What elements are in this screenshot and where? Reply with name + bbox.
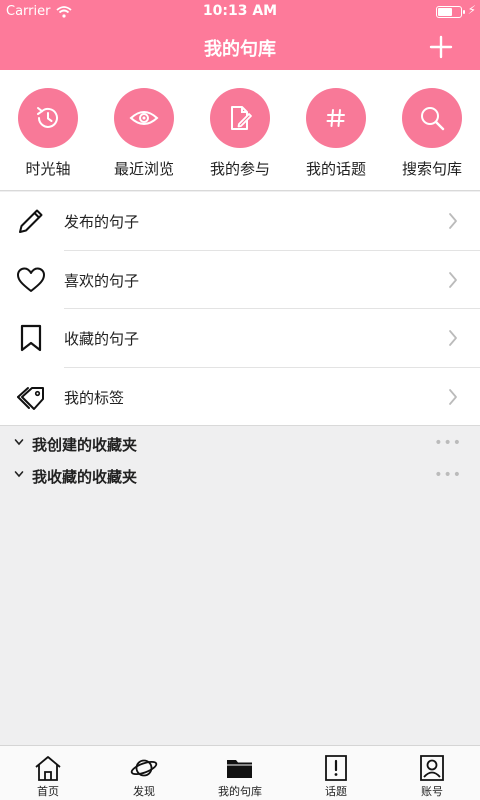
search-icon: [421, 107, 445, 131]
tab-label: 我的句库: [218, 785, 262, 798]
chevron-right-icon: [449, 271, 457, 288]
tab-home[interactable]: 首页: [0, 746, 96, 800]
quick-action-label: 我的话题: [305, 160, 366, 178]
menu-item-label: 发布的句子: [64, 213, 140, 231]
menu-list: 发布的句子 喜欢的句子 收藏的句子 我的标签: [0, 192, 480, 426]
hashtag-icon: [326, 109, 345, 127]
tab-label: 首页: [37, 785, 59, 798]
quick-action-label: 时光轴: [25, 160, 71, 178]
battery-icon: [436, 6, 465, 18]
tab-account[interactable]: 账号: [384, 746, 480, 800]
history-icon: [37, 107, 58, 128]
plus-icon: [429, 35, 453, 59]
status-bar: Carrier 10:13 AM ⚡: [0, 0, 480, 24]
account-icon: [420, 755, 444, 781]
folder-section-label: 我收藏的收藏夹: [32, 468, 138, 486]
quick-action-label: 我的参与: [209, 160, 270, 178]
chevron-right-icon: [449, 213, 457, 229]
quick-action-recent[interactable]: 最近浏览: [96, 88, 192, 179]
tab-topics[interactable]: 话题: [288, 746, 384, 800]
charging-icon: ⚡: [467, 3, 476, 17]
quick-action-label: 最近浏览: [113, 160, 174, 178]
page-title: 我的句库: [204, 39, 276, 60]
tab-label: 账号: [421, 785, 443, 798]
edit-document-icon: [231, 106, 252, 130]
chevron-down-icon: [14, 439, 24, 446]
pencil-icon: [19, 209, 43, 233]
home-icon: [35, 756, 61, 781]
add-button[interactable]: [424, 30, 458, 64]
quick-action-circle: [402, 88, 462, 148]
tab-bar: 首页 发现 我的句库 话题 账号: [0, 745, 480, 800]
quick-action-circle: [114, 88, 174, 148]
quick-action-timeline[interactable]: 时光轴: [0, 88, 96, 179]
clock: 10:13 AM: [202, 3, 278, 19]
tab-label: 发现: [133, 785, 155, 798]
menu-item-posted-sentences[interactable]: 发布的句子: [0, 192, 480, 251]
chevron-right-icon: [449, 330, 457, 346]
quick-action-topics[interactable]: 我的话题: [288, 88, 384, 179]
planet-icon: [130, 759, 158, 777]
tab-discover[interactable]: 发现: [96, 746, 192, 800]
chevron-right-icon: [449, 388, 457, 405]
bookmark-icon: [20, 324, 42, 352]
menu-item-label: 我的标签: [64, 388, 125, 407]
more-icon[interactable]: •••: [434, 435, 462, 451]
menu-item-saved-sentences[interactable]: 收藏的句子: [0, 309, 480, 368]
menu-item-liked-sentences[interactable]: 喜欢的句子: [0, 251, 480, 309]
quick-action-circle: [306, 88, 366, 148]
menu-item-my-tags[interactable]: 我的标签: [0, 368, 480, 427]
folder-section-label: 我创建的收藏夹: [32, 436, 138, 454]
quick-action-participation[interactable]: 我的参与: [192, 88, 288, 179]
eye-icon: [129, 111, 159, 125]
tag-icon: [17, 386, 44, 410]
quick-actions: 时光轴 最近浏览 我的参与 我的话题 搜索句库: [0, 70, 480, 191]
quick-action-circle: [210, 88, 270, 148]
tab-label: 话题: [325, 785, 347, 798]
heart-icon: [17, 267, 45, 292]
folder-section-collected[interactable]: 我收藏的收藏夹 •••: [0, 459, 480, 491]
quick-action-search[interactable]: 搜索句库: [384, 88, 480, 179]
quick-action-label: 搜索句库: [401, 160, 462, 178]
menu-item-label: 收藏的句子: [64, 330, 140, 348]
nav-bar: 我的句库: [0, 24, 480, 70]
folder-icon: [227, 760, 252, 778]
chevron-down-icon: [14, 471, 24, 478]
folder-sections: 我创建的收藏夹 ••• 我收藏的收藏夹 •••: [0, 427, 480, 491]
quick-action-circle: [18, 88, 78, 148]
topic-icon: [325, 755, 347, 781]
folder-section-created[interactable]: 我创建的收藏夹 •••: [0, 427, 480, 459]
more-icon[interactable]: •••: [434, 467, 462, 483]
tab-my-library[interactable]: 我的句库: [192, 746, 288, 800]
menu-item-label: 喜欢的句子: [64, 271, 140, 290]
